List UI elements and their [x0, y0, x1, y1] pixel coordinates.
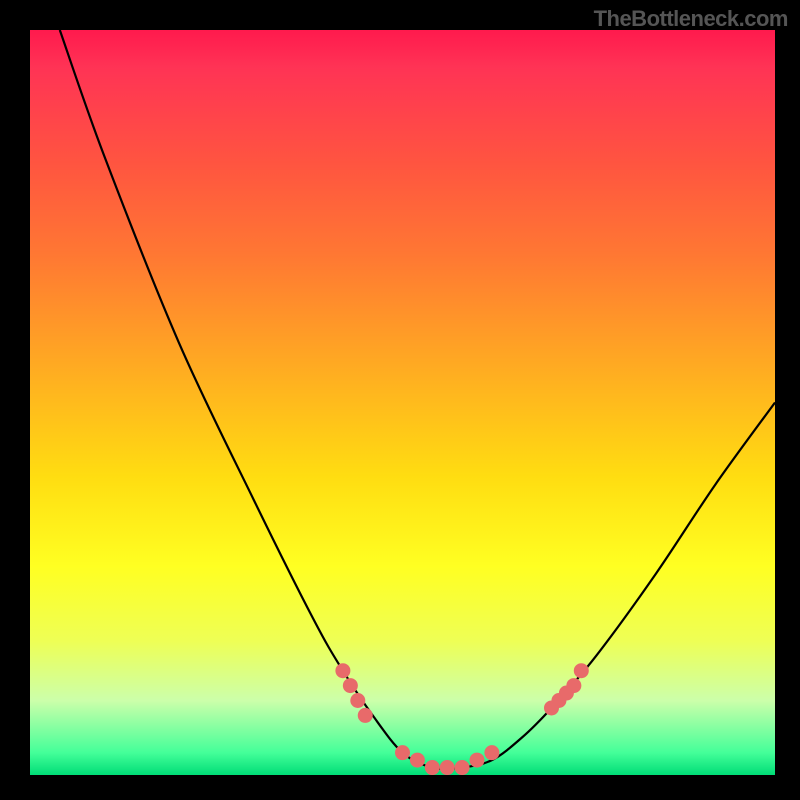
chart-svg: [30, 30, 775, 775]
highlight-dot: [440, 760, 455, 775]
highlight-dot: [551, 693, 566, 708]
highlight-dot: [343, 678, 358, 693]
highlight-dot: [566, 678, 581, 693]
highlight-dot: [455, 760, 470, 775]
highlight-dot: [559, 686, 574, 701]
chart-plot-area: [30, 30, 775, 775]
highlight-dot: [544, 700, 559, 715]
highlight-dot: [410, 753, 425, 768]
highlight-dot: [358, 708, 373, 723]
highlight-dot: [484, 745, 499, 760]
highlight-dot: [470, 753, 485, 768]
highlight-dot: [335, 663, 350, 678]
bottleneck-curve-line: [60, 30, 775, 769]
highlight-dot: [395, 745, 410, 760]
watermark-text: TheBottleneck.com: [594, 6, 788, 32]
highlight-markers: [335, 663, 588, 775]
highlight-dot: [574, 663, 589, 678]
highlight-dot: [350, 693, 365, 708]
curve-group: [60, 30, 775, 769]
highlight-dot: [425, 760, 440, 775]
